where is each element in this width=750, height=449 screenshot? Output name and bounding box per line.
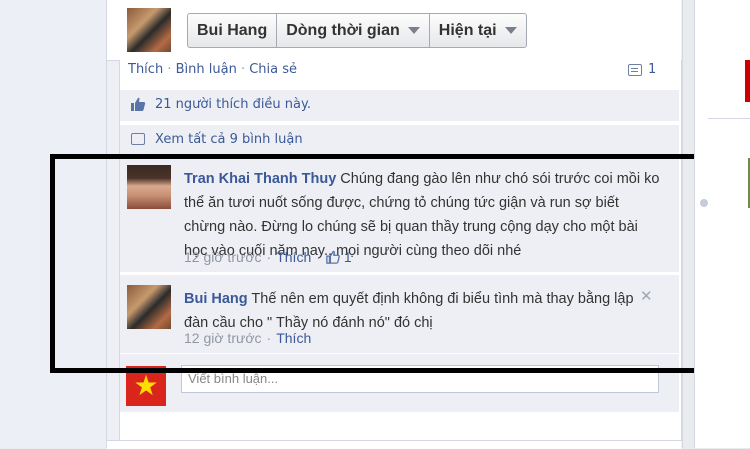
current-label: Hiện tại bbox=[438, 21, 497, 39]
likes-row: 21 người thích điều này. bbox=[120, 89, 679, 121]
profile-name-label: Bui Hang bbox=[197, 21, 268, 39]
timeline-label: Dòng thời gian bbox=[286, 21, 400, 39]
comment-count[interactable]: 1 bbox=[628, 62, 656, 77]
post-actions: Thích · Bình luận · Chia sẻ bbox=[128, 62, 297, 77]
comment-count-value: 1 bbox=[648, 62, 657, 77]
view-all-comments-link[interactable]: Xem tất cả 9 bình luận bbox=[155, 132, 303, 147]
right-column bbox=[694, 0, 750, 448]
share-link[interactable]: Chia sẻ bbox=[249, 62, 297, 77]
comment-link[interactable]: Bình luận bbox=[176, 62, 237, 77]
view-all-row[interactable]: Xem tất cả 9 bình luận bbox=[120, 124, 679, 155]
separator: · bbox=[167, 62, 172, 77]
divider bbox=[708, 118, 750, 119]
timeline-dropdown[interactable]: Dòng thời gian bbox=[277, 14, 430, 47]
comment-bubble-icon bbox=[131, 133, 145, 145]
timeline-connector-dot bbox=[700, 199, 708, 207]
current-dropdown[interactable]: Hiện tại bbox=[430, 14, 526, 47]
thumbs-up-icon bbox=[131, 97, 146, 111]
timeline-nav: Bui Hang Dòng thời gian Hiện tại bbox=[187, 13, 527, 48]
annotation-highlight-box bbox=[50, 154, 730, 373]
chevron-down-icon bbox=[407, 27, 420, 34]
likes-text[interactable]: 21 người thích điều này. bbox=[155, 97, 311, 112]
profile-avatar[interactable] bbox=[127, 8, 171, 52]
separator: · bbox=[240, 62, 246, 77]
comment-bubble-icon bbox=[628, 63, 642, 76]
right-ad-image bbox=[745, 60, 750, 102]
like-link[interactable]: Thích bbox=[128, 62, 163, 77]
chevron-down-icon bbox=[504, 27, 517, 34]
profile-name-button[interactable]: Bui Hang bbox=[188, 14, 278, 47]
